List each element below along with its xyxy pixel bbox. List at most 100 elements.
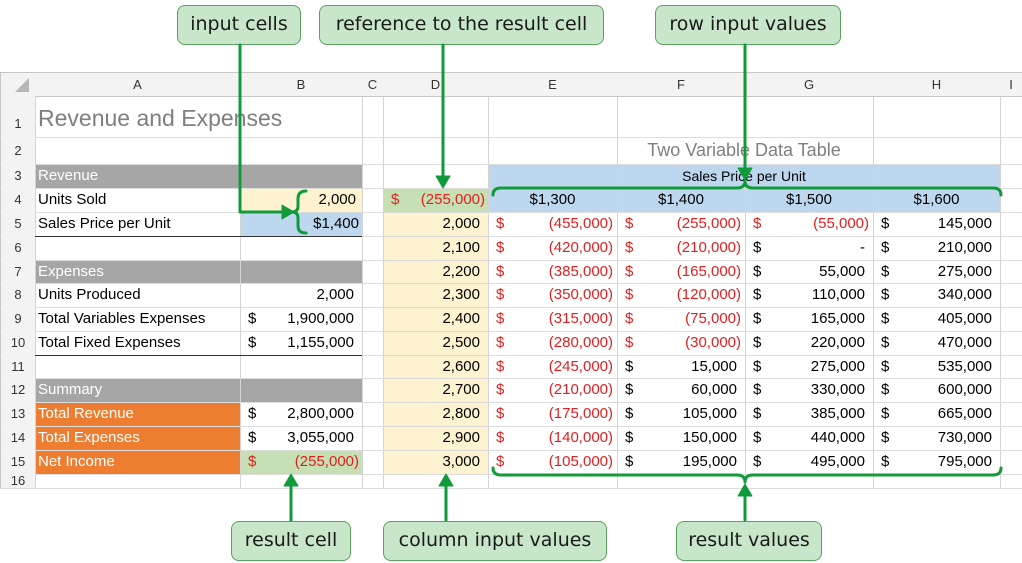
result-value[interactable]: (255,000) — [617, 212, 745, 236]
row-header-15[interactable]: 15 — [1, 450, 35, 474]
result-value[interactable]: (385,000) — [488, 260, 617, 284]
column-input-value[interactable]: 2,400 — [383, 307, 488, 331]
total-revenue-value[interactable]: 2,800,000 — [240, 402, 362, 426]
row-header-12[interactable]: 12 — [1, 378, 35, 402]
column-input-value[interactable]: 2,000 — [383, 212, 488, 236]
row-input-value[interactable]: $1,600 — [873, 188, 1000, 212]
result-value[interactable]: (165,000) — [617, 260, 745, 284]
row-header-7[interactable]: 7 — [1, 260, 35, 283]
result-value[interactable]: 340,000 — [873, 283, 1000, 307]
result-value[interactable]: 60,000 — [617, 378, 745, 402]
net-income-result-cell[interactable]: (255,000) — [240, 450, 362, 474]
result-value[interactable]: (210,000) — [488, 378, 617, 402]
row-input-header[interactable]: Sales Price per Unit — [488, 164, 1000, 188]
result-value[interactable]: 165,000 — [745, 307, 873, 331]
result-value[interactable]: 110,000 — [745, 283, 873, 307]
select-all-corner[interactable] — [15, 78, 29, 92]
result-value[interactable]: (140,000) — [488, 426, 617, 450]
result-value[interactable]: 150,000 — [617, 426, 745, 450]
column-input-value[interactable]: 2,100 — [383, 236, 488, 260]
result-value[interactable]: (55,000) — [745, 212, 873, 236]
units-produced-label[interactable]: Units Produced — [35, 283, 235, 307]
total-revenue-label[interactable]: Total Revenue — [35, 402, 235, 426]
result-value[interactable]: (30,000) — [617, 331, 745, 355]
net-income-label[interactable]: Net Income — [35, 450, 235, 474]
result-value[interactable]: 405,000 — [873, 307, 1000, 331]
result-value[interactable]: (75,000) — [617, 307, 745, 331]
column-header-h[interactable]: H — [873, 73, 1000, 96]
column-header-g[interactable]: G — [745, 73, 873, 96]
total-expenses-label[interactable]: Total Expenses — [35, 426, 235, 450]
result-value[interactable]: (315,000) — [488, 307, 617, 331]
result-value[interactable]: - — [745, 236, 873, 260]
row-header-8[interactable]: 8 — [1, 283, 35, 307]
result-value[interactable]: 665,000 — [873, 402, 1000, 426]
row-header-14[interactable]: 14 — [1, 426, 35, 450]
sheet-title[interactable]: Revenue and Expenses — [38, 101, 358, 135]
row-header-10[interactable]: 10 — [1, 331, 35, 355]
result-value[interactable]: (210,000) — [617, 236, 745, 260]
result-value[interactable]: (120,000) — [617, 283, 745, 307]
column-header-a[interactable]: A — [35, 73, 240, 96]
column-header-e[interactable]: E — [488, 73, 617, 96]
row-input-value[interactable]: $1,300 — [488, 188, 617, 212]
data-table-title[interactable]: Two Variable Data Table — [488, 137, 1000, 164]
result-value[interactable]: 105,000 — [617, 402, 745, 426]
column-input-value[interactable]: 2,900 — [383, 426, 488, 450]
sales-price-input[interactable]: $1,400 — [240, 212, 362, 236]
result-value[interactable]: (420,000) — [488, 236, 617, 260]
row-header-16[interactable]: 16 — [1, 474, 35, 488]
result-value[interactable]: 730,000 — [873, 426, 1000, 450]
result-value[interactable]: (280,000) — [488, 331, 617, 355]
result-value[interactable]: 195,000 — [617, 450, 745, 474]
result-value[interactable]: 275,000 — [745, 355, 873, 379]
result-value[interactable]: 15,000 — [617, 355, 745, 379]
column-header-c[interactable]: C — [362, 73, 383, 96]
result-value[interactable]: 55,000 — [745, 260, 873, 284]
column-input-value[interactable]: 2,200 — [383, 260, 488, 284]
row-header-4[interactable]: 4 — [1, 188, 35, 212]
row-header-13[interactable]: 13 — [1, 402, 35, 426]
units-sold-input[interactable]: 2,000 — [240, 188, 362, 212]
row-header-9[interactable]: 9 — [1, 307, 35, 331]
column-header-i[interactable]: I — [1000, 73, 1022, 96]
column-header-f[interactable]: F — [617, 73, 745, 96]
result-value[interactable]: (245,000) — [488, 355, 617, 379]
result-value[interactable]: 220,000 — [745, 331, 873, 355]
units-produced-value[interactable]: 2,000 — [240, 283, 362, 307]
result-value[interactable]: 795,000 — [873, 450, 1000, 474]
total-fixed-expenses-value[interactable]: 1,155,000 — [240, 331, 362, 355]
result-value[interactable]: 330,000 — [745, 378, 873, 402]
reference-cell[interactable]: (255,000) — [383, 188, 488, 212]
total-expenses-value[interactable]: 3,055,000 — [240, 426, 362, 450]
row-input-value[interactable]: $1,400 — [617, 188, 745, 212]
result-value[interactable]: (455,000) — [488, 212, 617, 236]
total-fixed-expenses-label[interactable]: Total Fixed Expenses — [35, 331, 235, 355]
result-value[interactable]: (105,000) — [488, 450, 617, 474]
column-input-value[interactable]: 3,000 — [383, 450, 488, 474]
row-input-value[interactable]: $1,500 — [745, 188, 873, 212]
column-input-value[interactable]: 2,600 — [383, 355, 488, 379]
units-sold-label[interactable]: Units Sold — [35, 188, 235, 212]
result-value[interactable]: 440,000 — [745, 426, 873, 450]
column-input-value[interactable]: 2,700 — [383, 378, 488, 402]
result-value[interactable]: 600,000 — [873, 378, 1000, 402]
result-value[interactable]: 535,000 — [873, 355, 1000, 379]
column-input-value[interactable]: 2,500 — [383, 331, 488, 355]
result-value[interactable]: 470,000 — [873, 331, 1000, 355]
result-value[interactable]: 385,000 — [745, 402, 873, 426]
row-header-2[interactable]: 2 — [1, 137, 35, 164]
column-header-b[interactable]: B — [240, 73, 362, 96]
result-value[interactable]: 210,000 — [873, 236, 1000, 260]
column-input-value[interactable]: 2,300 — [383, 283, 488, 307]
total-variable-expenses-value[interactable]: 1,900,000 — [240, 307, 362, 331]
sales-price-label[interactable]: Sales Price per Unit — [35, 212, 235, 236]
total-variable-expenses-label[interactable]: Total Variables Expenses — [35, 307, 240, 331]
column-input-value[interactable]: 2,800 — [383, 402, 488, 426]
row-header-1[interactable]: 1 — [1, 96, 35, 137]
result-value[interactable]: (350,000) — [488, 283, 617, 307]
row-header-11[interactable]: 11 — [1, 355, 35, 378]
result-value[interactable]: (175,000) — [488, 402, 617, 426]
summary-header[interactable]: Summary — [35, 378, 235, 402]
row-header-6[interactable]: 6 — [1, 236, 35, 260]
